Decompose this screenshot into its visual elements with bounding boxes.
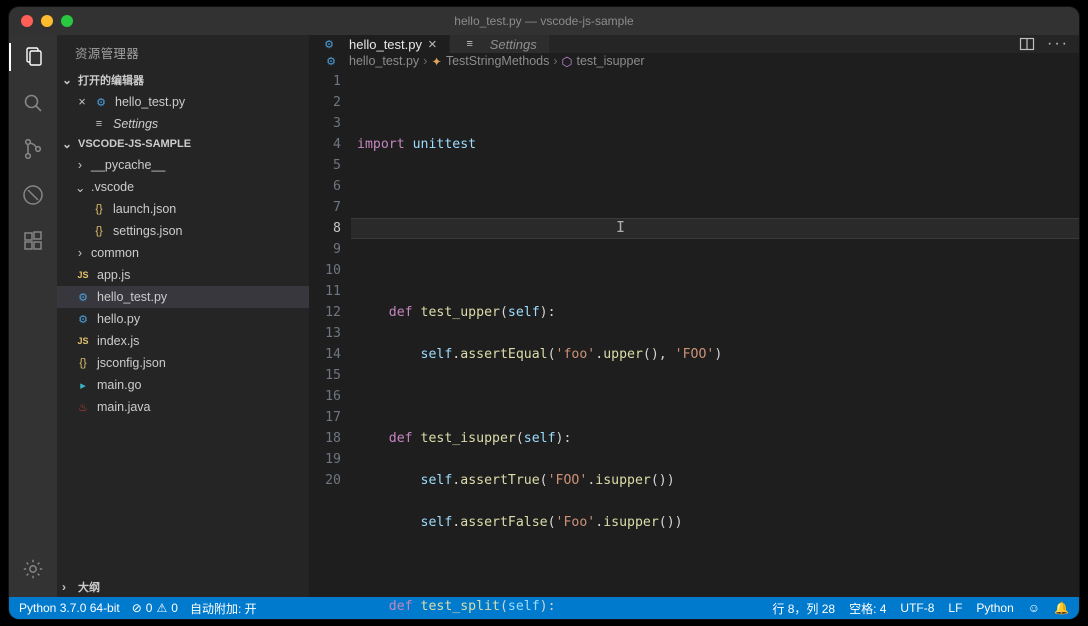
status-auto-attach[interactable]: 自动附加: 开 [190, 600, 257, 617]
section-label: VSCODE-JS-SAMPLE [78, 138, 191, 150]
file-tree: › __pycache__ ⌄ .vscode {} launch.json {} se… [57, 153, 309, 418]
editor-tabs: ⚙ hello_test.py × ≡ Settings ··· [309, 35, 1079, 53]
file-label: main.go [97, 378, 141, 392]
explorer-icon[interactable] [9, 43, 57, 71]
open-editors-header[interactable]: ⌄ 打开的编辑器 [57, 70, 309, 90]
debug-icon[interactable] [19, 181, 47, 209]
tab-label: Settings [490, 37, 537, 52]
folder-item[interactable]: › __pycache__ [57, 154, 309, 176]
open-editor-item[interactable]: ≡ Settings [57, 113, 309, 135]
file-item[interactable]: {} settings.json [57, 220, 309, 242]
more-actions-icon[interactable]: ··· [1047, 35, 1069, 53]
sidebar: 资源管理器 ⌄ 打开的编辑器 × ⚙ hello_test.py ≡ Setti… [57, 35, 309, 597]
chevron-right-icon: › [553, 54, 557, 68]
file-label: common [91, 246, 139, 260]
search-icon[interactable] [19, 89, 47, 117]
file-label: main.java [97, 400, 151, 414]
file-label: hello.py [97, 312, 140, 326]
chevron-down-icon: ⌄ [62, 137, 76, 151]
window-title: hello_test.py — vscode-js-sample [9, 14, 1079, 28]
file-label: jsconfig.json [97, 356, 166, 370]
activity-bar [9, 35, 57, 597]
close-window-button[interactable] [21, 15, 33, 27]
source-control-icon[interactable] [19, 135, 47, 163]
file-label: __pycache__ [91, 158, 165, 172]
file-item[interactable]: ⚙ hello_test.py [57, 286, 309, 308]
json-icon: {} [91, 223, 107, 239]
close-icon[interactable]: × [75, 95, 89, 109]
python-icon: ⚙ [321, 36, 337, 52]
class-icon: ✦ [431, 54, 441, 69]
file-label: settings.json [113, 224, 182, 238]
code-content[interactable]: I import unittest class TestStringMethod… [357, 69, 1079, 619]
line-numbers: 1234567891011121314151617181920 [309, 69, 357, 619]
close-icon[interactable]: × [428, 36, 437, 53]
error-icon: ⊘ [132, 601, 142, 615]
js-icon: JS [75, 333, 91, 349]
settings-gear-icon[interactable] [19, 555, 47, 583]
open-editor-item[interactable]: × ⚙ hello_test.py [57, 91, 309, 113]
go-icon: ▸ [75, 377, 91, 393]
file-label: hello_test.py [115, 95, 185, 109]
file-label: Settings [113, 117, 158, 131]
chevron-right-icon: › [75, 158, 85, 172]
status-problems[interactable]: ⊘0 ⚠0 [132, 601, 178, 615]
breadcrumbs[interactable]: ⚙ hello_test.py › ✦ TestStringMethods › … [309, 53, 1079, 69]
folder-header[interactable]: ⌄ VSCODE-JS-SAMPLE [57, 135, 309, 153]
file-label: index.js [97, 334, 139, 348]
file-label: launch.json [113, 202, 176, 216]
breadcrumb-class[interactable]: TestStringMethods [446, 54, 550, 68]
folder-item[interactable]: › common [57, 242, 309, 264]
chevron-right-icon: › [62, 580, 76, 594]
chevron-down-icon: ⌄ [75, 180, 85, 195]
chevron-right-icon: › [75, 246, 85, 260]
titlebar: hello_test.py — vscode-js-sample [9, 7, 1079, 35]
settings-icon: ≡ [91, 116, 107, 132]
code-editor[interactable]: 1234567891011121314151617181920 I import… [309, 69, 1079, 619]
file-item[interactable]: JS app.js [57, 264, 309, 286]
tab-hello-test[interactable]: ⚙ hello_test.py × [309, 35, 450, 53]
file-label: .vscode [91, 180, 134, 194]
python-icon: ⚙ [93, 94, 109, 110]
file-item[interactable]: JS index.js [57, 330, 309, 352]
outline-header[interactable]: › 大纲 [57, 577, 309, 597]
extensions-icon[interactable] [19, 227, 47, 255]
file-label: app.js [97, 268, 130, 282]
chevron-right-icon: › [423, 54, 427, 68]
tab-label: hello_test.py [349, 37, 422, 52]
split-editor-icon[interactable] [1019, 36, 1035, 52]
breadcrumb-file[interactable]: hello_test.py [349, 54, 419, 68]
python-icon: ⚙ [75, 289, 91, 305]
method-icon: ⬡ [562, 54, 573, 69]
file-item[interactable]: {} launch.json [57, 198, 309, 220]
file-label: hello_test.py [97, 290, 167, 304]
file-item[interactable]: {} jsconfig.json [57, 352, 309, 374]
settings-icon: ≡ [462, 36, 478, 52]
json-icon: {} [91, 201, 107, 217]
js-icon: JS [75, 267, 91, 283]
sidebar-title: 资源管理器 [57, 35, 309, 70]
status-python-version[interactable]: Python 3.7.0 64-bit [19, 601, 120, 615]
breadcrumb-method[interactable]: test_isupper [576, 54, 644, 68]
maximize-window-button[interactable] [61, 15, 73, 27]
file-item[interactable]: ⚙ hello.py [57, 308, 309, 330]
chevron-down-icon: ⌄ [62, 73, 76, 87]
minimize-window-button[interactable] [41, 15, 53, 27]
warning-icon: ⚠ [156, 601, 167, 615]
section-label: 打开的编辑器 [78, 72, 144, 88]
json-icon: {} [75, 355, 91, 371]
python-icon: ⚙ [75, 311, 91, 327]
folder-item[interactable]: ⌄ .vscode [57, 176, 309, 198]
section-label: 大纲 [78, 579, 100, 595]
file-item[interactable]: ♨ main.java [57, 396, 309, 418]
java-icon: ♨ [75, 399, 91, 415]
python-icon: ⚙ [323, 53, 339, 69]
tab-settings[interactable]: ≡ Settings [450, 35, 550, 53]
text-cursor: I [616, 217, 625, 238]
file-item[interactable]: ▸ main.go [57, 374, 309, 396]
